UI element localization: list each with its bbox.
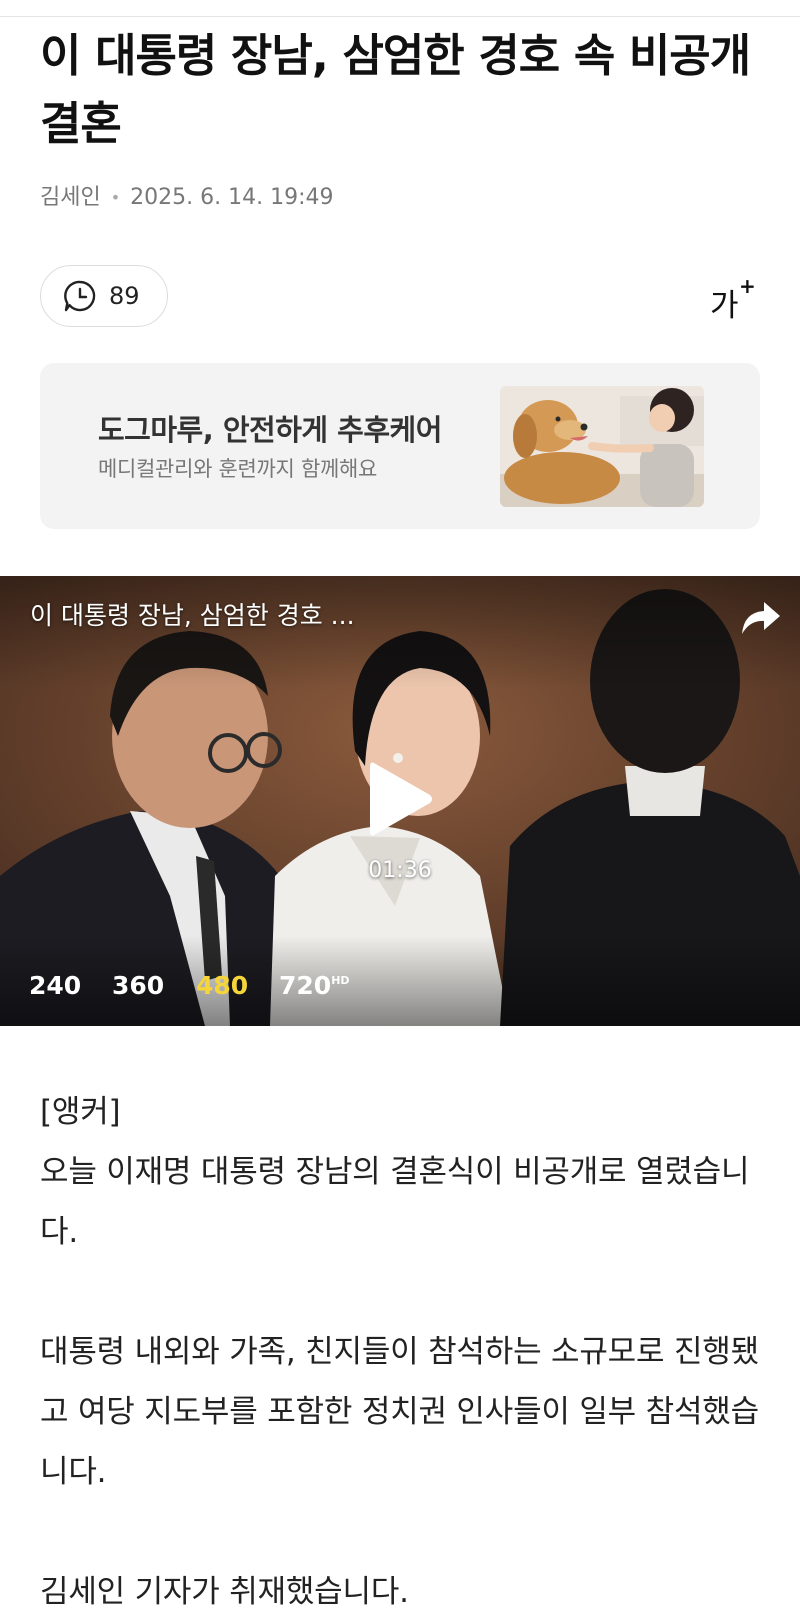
font-size-button[interactable]: 가 + [706,274,756,324]
quality-option-240[interactable]: 240 [29,971,81,1000]
body-paragraph: 오늘 이재명 대통령 장남의 결혼식이 비공개로 열렸습니다. [40,1154,750,1250]
comment-icon [63,279,97,313]
quality-option-360[interactable]: 360 [112,971,164,1000]
video-duration: 01:36 [368,858,432,883]
comment-button[interactable]: 89 [40,265,168,327]
article-body: [앵커] 오늘 이재명 대통령 장남의 결혼식이 비공개로 열렸습니다. 대통령… [40,1082,760,1622]
quality-720-label: 720 [279,971,332,1000]
ad-banner[interactable]: 도그마루, 안전하게 추후케어 메디컬관리와 훈련까지 함께해요 [40,363,760,529]
anchor-tag: [앵커] [40,1094,121,1130]
publish-time: 2025. 6. 14. 19:49 [130,185,334,210]
share-icon[interactable] [738,598,782,638]
video-player[interactable]: 이 대통령 장남, 삼엄한 경호 ... 01:36 240 360 480 7… [0,576,800,1026]
quality-option-480[interactable]: 480 [196,971,248,1000]
article-headline: 이 대통령 장남, 삼엄한 경호 속 비공개 결혼 [40,29,751,150]
ad-thumbnail [500,386,704,507]
body-paragraph: 김세인 기자가 취재했습니다. [40,1574,409,1610]
byline: 김세인 • 2025. 6. 14. 19:49 [40,184,334,212]
author-name[interactable]: 김세인 [40,184,101,212]
byline-separator: • [110,188,121,207]
quality-option-720[interactable]: 720HD [279,971,350,1000]
hd-badge: HD [331,974,350,987]
ad-title: 도그마루, 안전하게 추후케어 [98,413,442,447]
play-icon[interactable] [366,759,434,839]
body-paragraph: 대통령 내외와 가족, 친지들이 참석하는 소규모로 진행됐고 여당 지도부를 … [40,1334,759,1490]
comment-count: 89 [109,282,140,310]
video-title: 이 대통령 장남, 삼엄한 경호 ... [30,601,355,630]
font-size-icon: 가 [710,288,739,324]
top-divider [0,16,800,17]
ad-subtitle: 메디컬관리와 훈련까지 함께해요 [98,457,378,481]
font-size-plus: + [739,274,756,298]
